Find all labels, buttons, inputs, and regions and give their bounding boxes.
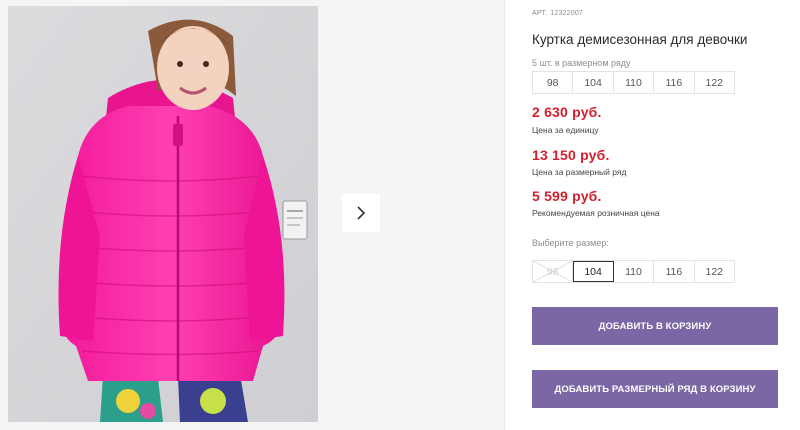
retail-price: 5 599 руб. (532, 188, 602, 204)
size-option-122[interactable]: 122 (694, 261, 735, 282)
article-value: 12322007 (550, 10, 584, 17)
product-page: АРТ. 12322007 Куртка демисезонная для дев… (0, 0, 800, 430)
set-price-note: Цена за размерный ряд (532, 167, 627, 177)
article-label: АРТ. (532, 10, 548, 17)
retail-price-note: Рекомендуемая розничная цена (532, 208, 660, 218)
size-set-row: 98 104 110 116 122 (532, 71, 735, 94)
size-set-cell: 122 (694, 72, 735, 93)
choose-size-label: Выберите размер: (532, 238, 609, 248)
size-option-98[interactable]: 98 (533, 261, 574, 282)
jacket-photo-illustration (8, 6, 318, 422)
gallery-next-button[interactable] (342, 194, 380, 232)
product-title: Куртка демисезонная для девочки (532, 32, 748, 47)
size-set-label: 5 шт. в размерном ряду (532, 58, 631, 68)
column-divider (504, 0, 505, 430)
product-photo[interactable] (8, 6, 318, 422)
size-option-110[interactable]: 110 (613, 261, 655, 282)
size-set-cell: 104 (573, 72, 614, 93)
size-picker: 98 104 110 116 122 (532, 260, 735, 283)
article-number: АРТ. 12322007 (532, 10, 583, 17)
size-set-cell: 110 (613, 72, 655, 93)
product-gallery (0, 0, 505, 430)
unit-price-note: Цена за единицу (532, 125, 599, 135)
size-set-cell: 116 (654, 72, 695, 93)
add-to-cart-button[interactable]: ДОБАВИТЬ В КОРЗИНУ (532, 307, 778, 345)
unavailable-cross-icon (533, 261, 573, 282)
size-option-116[interactable]: 116 (654, 261, 695, 282)
chevron-right-icon (357, 206, 366, 220)
unit-price: 2 630 руб. (532, 104, 602, 120)
add-size-set-to-cart-button[interactable]: ДОБАВИТЬ РАЗМЕРНЫЙ РЯД В КОРЗИНУ (532, 370, 778, 408)
set-price: 13 150 руб. (532, 147, 610, 163)
size-set-cell: 98 (533, 72, 574, 93)
size-option-104[interactable]: 104 (573, 261, 614, 282)
product-details: АРТ. 12322007 Куртка демисезонная для дев… (532, 0, 794, 430)
